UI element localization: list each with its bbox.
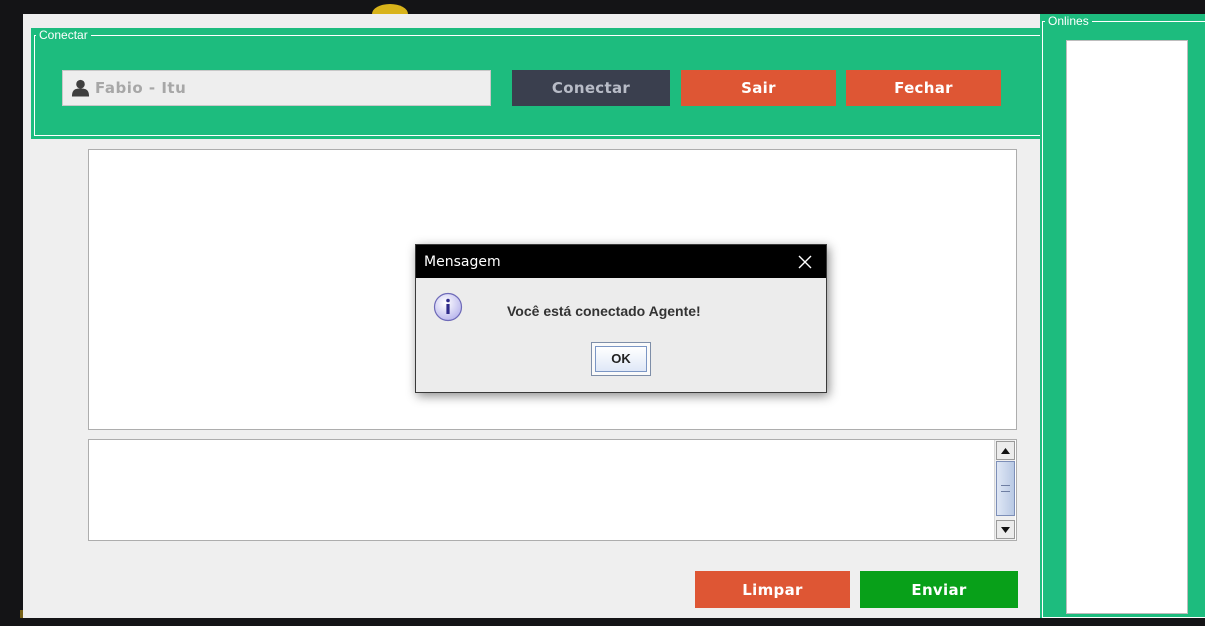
dialog-titlebar[interactable]: Mensagem	[416, 245, 826, 278]
connect-panel: Conectar Conectar Sair Fechar	[31, 28, 1054, 139]
dialog-close-button[interactable]	[792, 249, 818, 275]
message-dialog: Mensagem Você está conectado Agente! OK	[415, 244, 827, 393]
dialog-message: Você está conectado Agente!	[507, 303, 701, 319]
dialog-ok-label: OK	[595, 346, 647, 372]
message-input-area[interactable]	[88, 439, 1017, 541]
clear-button[interactable]: Limpar	[695, 571, 850, 608]
username-input[interactable]	[93, 78, 477, 98]
user-icon	[71, 79, 90, 97]
message-scrollbar[interactable]	[994, 440, 1015, 540]
dialog-ok-button[interactable]: OK	[591, 342, 651, 376]
scroll-thumb[interactable]	[996, 461, 1015, 516]
close-icon	[798, 255, 812, 268]
arrow-down-icon	[1001, 526, 1010, 533]
send-button[interactable]: Enviar	[860, 571, 1018, 608]
online-group-title: Onlines	[1045, 14, 1092, 28]
arrow-up-icon	[1001, 447, 1010, 454]
logout-button[interactable]: Sair	[681, 70, 836, 106]
dialog-title: Mensagem	[424, 253, 501, 270]
connect-group-title: Conectar	[36, 28, 91, 42]
info-icon	[433, 292, 463, 322]
close-app-button[interactable]: Fechar	[846, 70, 1001, 106]
scroll-down-button[interactable]	[996, 520, 1015, 539]
connect-button[interactable]: Conectar	[512, 70, 670, 106]
scroll-up-button[interactable]	[996, 441, 1015, 460]
online-users-panel: Onlines	[1040, 14, 1205, 618]
online-users-list[interactable]	[1066, 40, 1188, 614]
username-field[interactable]	[62, 70, 491, 106]
scroll-grip-icon	[1001, 485, 1010, 492]
